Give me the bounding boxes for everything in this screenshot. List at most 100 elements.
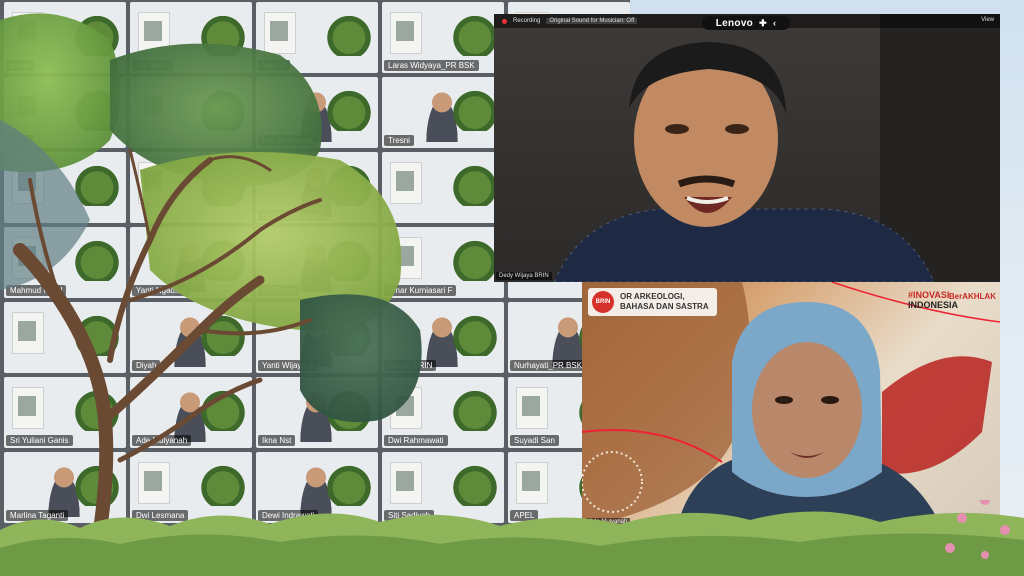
plant-icon bbox=[326, 385, 372, 431]
participant-tile[interactable] bbox=[4, 152, 126, 223]
book-cover-icon bbox=[390, 237, 422, 279]
participant-tile[interactable]: Marlina Taganti bbox=[4, 452, 126, 523]
plant-icon bbox=[200, 310, 246, 356]
participant-name: Dewi Indrawati bbox=[258, 510, 319, 521]
plant-icon bbox=[326, 85, 372, 131]
participant-tile[interactable] bbox=[4, 302, 126, 373]
participant-name: Yanti Wijayanti bbox=[258, 360, 319, 371]
plant-icon bbox=[200, 10, 246, 56]
book-cover-icon bbox=[264, 12, 296, 54]
participant-name: Sri Yuliani Ganis bbox=[6, 435, 73, 446]
speaker-portrait bbox=[553, 42, 935, 282]
hashtag-line2: INDONESIA bbox=[907, 300, 958, 310]
participant-name: Resti Nurhidayah bbox=[258, 210, 328, 221]
participant-name: Tresni bbox=[384, 135, 414, 146]
book-cover-icon bbox=[390, 162, 422, 204]
participant-tile[interactable]: Emila bbox=[4, 2, 126, 73]
participant-tile[interactable]: Mahmud Majid bbox=[4, 227, 126, 298]
participant-name: Mahmud Majid bbox=[6, 285, 67, 296]
book-cover-icon bbox=[12, 87, 44, 129]
org-label-line1: OR ARKEOLOGI, bbox=[620, 292, 685, 301]
plant-icon bbox=[326, 160, 372, 206]
plant-icon bbox=[326, 10, 372, 56]
participant-name: Dwi Rahmawati bbox=[384, 435, 448, 446]
plant-icon bbox=[74, 10, 120, 56]
book-cover-icon bbox=[516, 387, 548, 429]
participant-name: APEL bbox=[510, 510, 539, 521]
book-cover-icon bbox=[516, 462, 548, 504]
participant-tile[interactable]: Dinar Kurniasari F bbox=[382, 227, 504, 298]
book-cover-icon bbox=[138, 162, 170, 204]
book-cover-icon bbox=[138, 462, 170, 504]
participant-tile[interactable]: Sri Yuliani Ganis bbox=[4, 377, 126, 448]
book-cover-icon bbox=[390, 462, 422, 504]
book-cover-icon bbox=[390, 12, 422, 54]
plant-icon bbox=[326, 235, 372, 281]
plant-icon bbox=[74, 310, 120, 356]
participant-tile[interactable]: Hendy BRIN bbox=[382, 302, 504, 373]
participant-tile[interactable]: Resti Nurhidayah bbox=[256, 152, 378, 223]
book-cover-icon bbox=[390, 387, 422, 429]
participant-tile[interactable]: Tresni bbox=[382, 77, 504, 148]
participant-name: Lily BRIN bbox=[132, 60, 174, 71]
plant-icon bbox=[452, 10, 498, 56]
plant-icon bbox=[452, 85, 498, 131]
chevron-left-icon[interactable]: ‹ bbox=[773, 18, 776, 28]
org-label-line2: BAHASA DAN SASTRA bbox=[620, 302, 709, 311]
participant-tile[interactable]: Dwi Rianawati bbox=[256, 77, 378, 148]
book-cover-icon bbox=[12, 162, 44, 204]
participant-tile[interactable]: Ikna Nst bbox=[256, 377, 378, 448]
second-speaker-video[interactable]: BRIN OR ARKEOLOGI, BAHASA DAN SASTRA #IN… bbox=[582, 282, 1000, 528]
participant-tile[interactable]: Yanti Ngadina bbox=[130, 227, 252, 298]
participant-name: Dwi Lesmana bbox=[132, 510, 189, 521]
participant-name: Hendy BRIN bbox=[384, 360, 437, 371]
plant-icon bbox=[200, 85, 246, 131]
participant-tile[interactable]: Mamot bbox=[256, 2, 378, 73]
participant-tile[interactable]: Haris bbox=[4, 77, 126, 148]
participant-name: Nurhayati_PR BSK bbox=[510, 360, 587, 371]
org-badge: BRIN OR ARKEOLOGI, BAHASA DAN SASTRA bbox=[588, 288, 717, 316]
participant-tile[interactable]: Dwi Rahmawati bbox=[382, 377, 504, 448]
participant-name: Haris bbox=[6, 135, 33, 146]
participant-tile[interactable]: Sri Ratna bbox=[256, 227, 378, 298]
participant-tile[interactable]: Lily BRIN bbox=[130, 2, 252, 73]
participant-name: Dwi Rianawati bbox=[258, 135, 317, 146]
participant-tile[interactable]: Laras Widyaya_PR BSK bbox=[382, 2, 504, 73]
participant-name: Sri Ratna bbox=[258, 285, 300, 296]
plant-icon bbox=[200, 460, 246, 506]
expand-icon[interactable]: ✚ bbox=[759, 18, 767, 29]
plant-icon bbox=[452, 235, 498, 281]
participant-tile[interactable]: Yanti Wijayanti bbox=[256, 302, 378, 373]
book-cover-icon bbox=[12, 12, 44, 54]
participant-name: Emila bbox=[6, 60, 35, 71]
book-cover-icon bbox=[12, 387, 44, 429]
org-label: OR ARKEOLOGI, BAHASA DAN SASTRA bbox=[620, 292, 709, 312]
plant-icon bbox=[74, 85, 120, 131]
main-speaker-name: Dedy Wijaya BRIN bbox=[496, 272, 552, 280]
participant-tile[interactable] bbox=[130, 77, 252, 148]
participant-tile[interactable]: Siti Sadiyah bbox=[382, 452, 504, 523]
second-speaker-portrait bbox=[677, 302, 942, 528]
participant-tile[interactable]: Diyah bbox=[130, 302, 252, 373]
values-label: BerAKHLAK bbox=[948, 292, 996, 301]
book-cover-icon bbox=[12, 312, 44, 354]
participant-tile[interactable]: Dwi Lesmana bbox=[130, 452, 252, 523]
main-speaker-video[interactable]: Recording Original Sound for Musician: O… bbox=[494, 14, 1000, 282]
book-cover-icon bbox=[138, 12, 170, 54]
participant-tile[interactable] bbox=[130, 152, 252, 223]
plant-icon bbox=[326, 310, 372, 356]
plant-icon bbox=[326, 460, 372, 506]
participant-name: Mamot bbox=[258, 60, 291, 71]
participant-tile[interactable] bbox=[382, 152, 504, 223]
participant-name: Ade Mulyanah bbox=[132, 435, 192, 446]
participant-name: Diyah bbox=[132, 360, 161, 371]
participant-name: Marlina Taganti bbox=[6, 510, 69, 521]
participant-name: Dinar Kurniasari F bbox=[384, 285, 457, 296]
brin-logo: BRIN bbox=[592, 291, 614, 313]
participant-tile[interactable]: Ade Mulyanah bbox=[130, 377, 252, 448]
participant-tile[interactable]: Dewi Indrawati bbox=[256, 452, 378, 523]
book-cover-icon bbox=[12, 237, 44, 279]
laptop-brand-label: Lenovo bbox=[715, 17, 754, 29]
plant-icon bbox=[200, 385, 246, 431]
plant-icon bbox=[452, 460, 498, 506]
